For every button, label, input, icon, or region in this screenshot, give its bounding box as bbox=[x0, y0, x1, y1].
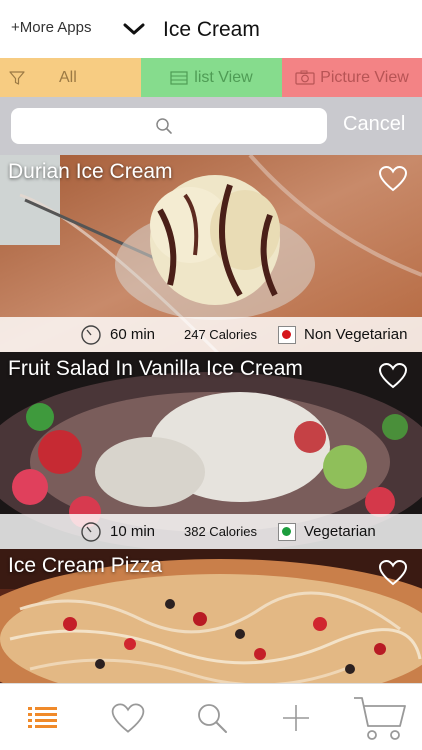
cart-icon bbox=[354, 696, 406, 740]
recipe-diet: Non Vegetarian bbox=[304, 326, 408, 343]
recipe-meta: 60 min 247 Calories Non Vegetarian bbox=[0, 317, 422, 352]
picture-view-tab[interactable]: Picture View bbox=[282, 58, 422, 97]
recipe-card[interactable]: Fruit Salad In Vanilla Ice Cream 10 min … bbox=[0, 352, 422, 549]
recipe-time: 60 min bbox=[110, 326, 156, 343]
filter-icon bbox=[9, 70, 25, 85]
search-bar: Cancel bbox=[0, 97, 422, 155]
list-view-icon bbox=[170, 70, 188, 85]
list-icon bbox=[28, 706, 57, 728]
tab-favorites[interactable] bbox=[86, 684, 170, 750]
recipe-calories: 247 Calories bbox=[184, 327, 257, 342]
filter-bar: All list View Picture View bbox=[0, 58, 422, 97]
recipe-title: Ice Cream Pizza bbox=[8, 554, 163, 577]
list-view-tab[interactable]: list View bbox=[141, 58, 282, 97]
tab-list[interactable] bbox=[0, 684, 86, 750]
recipe-title: Durian Ice Cream bbox=[8, 160, 173, 183]
recipe-title: Fruit Salad In Vanilla Ice Cream bbox=[8, 357, 303, 380]
clock-icon bbox=[81, 325, 101, 345]
cancel-button[interactable]: Cancel bbox=[343, 113, 405, 136]
tab-search[interactable] bbox=[170, 684, 254, 750]
more-apps-link[interactable]: +More Apps bbox=[11, 19, 91, 36]
recipe-card[interactable]: Durian Ice Cream 60 min 247 Calories Non… bbox=[0, 155, 422, 352]
recipe-diet: Vegetarian bbox=[304, 523, 376, 540]
top-bar: +More Apps Ice Cream bbox=[0, 0, 422, 58]
veg-indicator-icon bbox=[278, 523, 296, 541]
search-field[interactable] bbox=[11, 108, 327, 144]
recipe-time: 10 min bbox=[110, 523, 156, 540]
tab-cart[interactable] bbox=[338, 684, 422, 750]
recipe-calories: 382 Calories bbox=[184, 524, 257, 539]
search-icon bbox=[156, 118, 172, 134]
clock-icon bbox=[81, 522, 101, 542]
non-veg-indicator-icon bbox=[278, 326, 296, 344]
camera-icon bbox=[295, 70, 315, 85]
bottom-tab-bar bbox=[0, 683, 422, 750]
heart-icon bbox=[111, 702, 145, 733]
picture-view-label: Picture View bbox=[320, 68, 409, 86]
heart-icon[interactable] bbox=[378, 559, 408, 586]
filter-all-tab[interactable]: All bbox=[0, 58, 141, 97]
heart-icon[interactable] bbox=[378, 362, 408, 389]
list-view-label: list View bbox=[194, 68, 253, 86]
filter-all-label: All bbox=[59, 68, 77, 86]
recipe-meta: 10 min 382 Calories Vegetarian bbox=[0, 514, 422, 549]
page-title[interactable]: Ice Cream bbox=[163, 18, 260, 42]
search-icon bbox=[198, 703, 227, 733]
tab-add[interactable] bbox=[254, 684, 338, 750]
chevron-down-icon[interactable] bbox=[122, 20, 146, 38]
heart-icon[interactable] bbox=[378, 165, 408, 192]
plus-icon bbox=[283, 704, 309, 731]
recipe-card[interactable]: Ice Cream Pizza bbox=[0, 549, 422, 683]
